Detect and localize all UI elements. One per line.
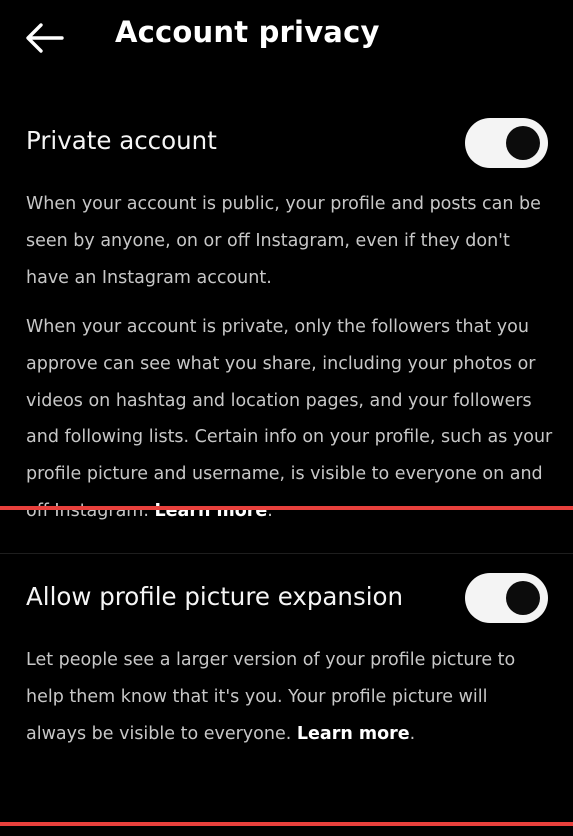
private-account-description: When your account is private, only the f… — [26, 309, 556, 524]
profile-expansion-description: Let people see a larger version of your … — [26, 642, 526, 752]
annotation-line — [0, 822, 573, 826]
toggle-knob — [506, 581, 540, 615]
learn-more-period: . — [409, 723, 416, 744]
learn-more-link[interactable]: Learn more — [155, 501, 268, 521]
profile-expansion-text: Let people see a larger version of your … — [26, 650, 516, 744]
section-divider — [0, 553, 573, 554]
profile-expansion-label: Allow profile picture expansion — [26, 582, 404, 611]
annotation-line — [0, 506, 573, 510]
learn-more-link[interactable]: Learn more — [297, 724, 410, 744]
learn-more-period: . — [267, 500, 273, 521]
profile-expansion-toggle[interactable] — [465, 573, 548, 623]
private-description-clip: When your account is private, only the f… — [0, 0, 573, 524]
private-account-text: When your account is private, only the f… — [26, 317, 553, 521]
